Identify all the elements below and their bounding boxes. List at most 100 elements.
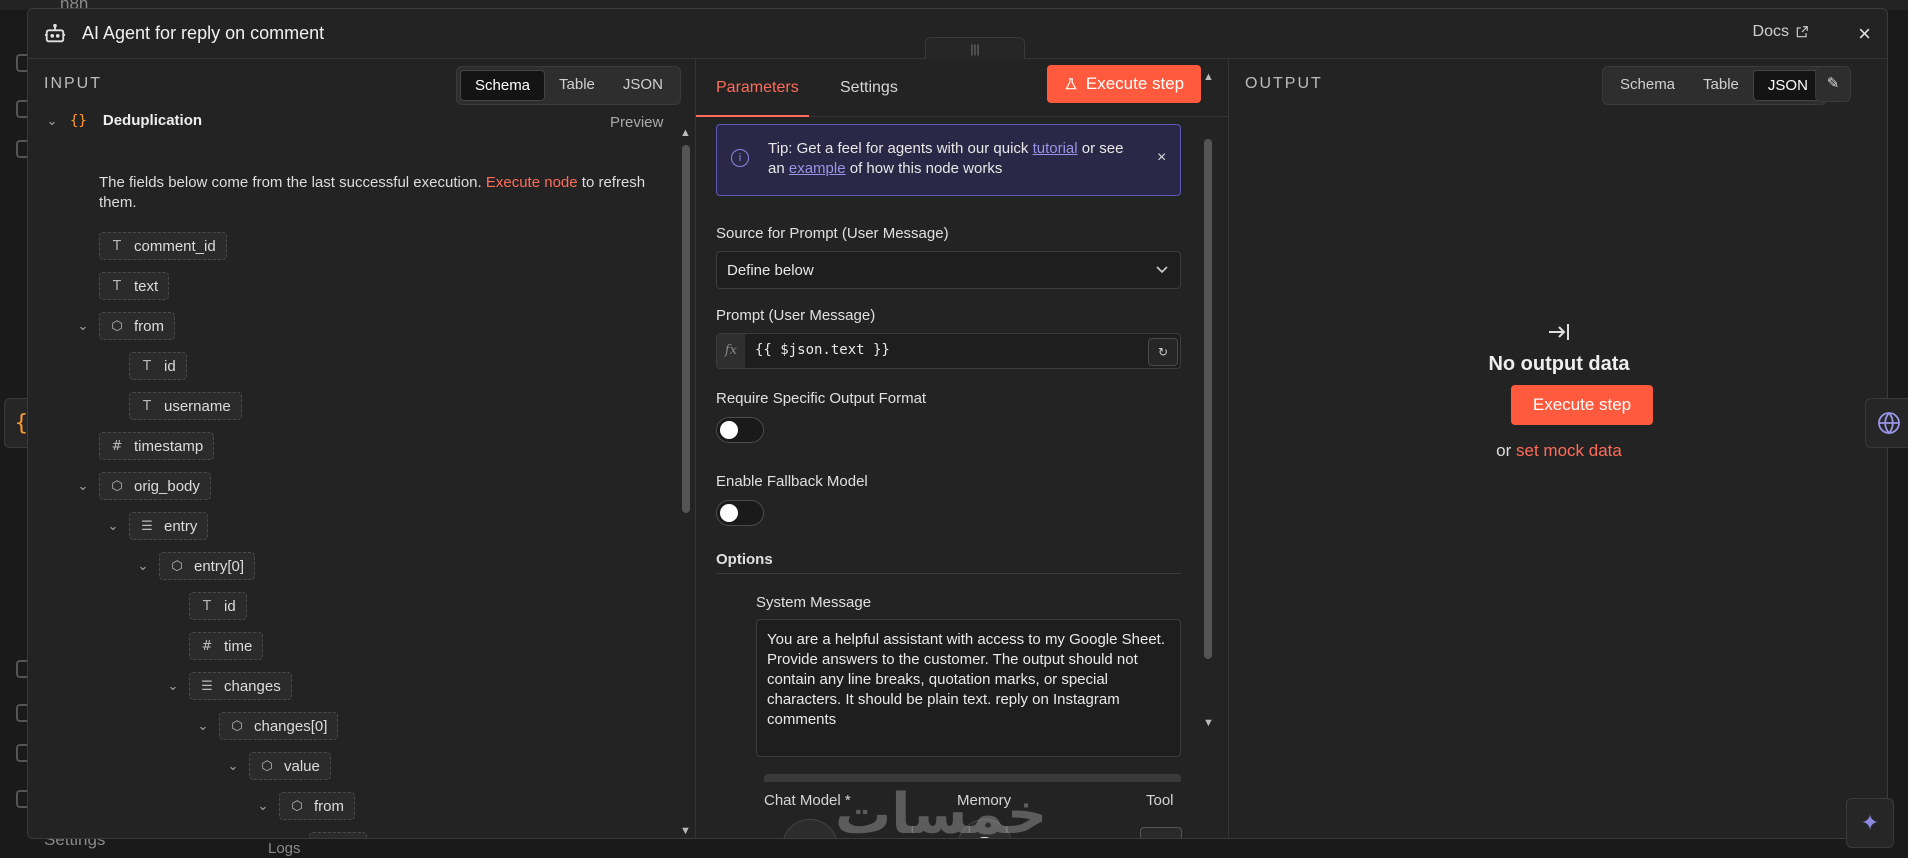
field-timestamp[interactable]: # timestamp — [99, 432, 215, 460]
system-message-textarea[interactable]: You are a helpful assistant with access … — [756, 619, 1181, 757]
expression-expand-icon[interactable]: ↻ — [1148, 338, 1178, 366]
execute-step-label: Execute step — [1085, 74, 1185, 93]
field-from[interactable]: ⌄ ⬡ from — [75, 312, 175, 340]
object-type-icon: ⬡ — [111, 478, 123, 494]
watermark-logo: خمسات — [835, 782, 1048, 847]
source-select[interactable]: Define below — [716, 251, 1181, 289]
chevron-down-icon[interactable]: ⌄ — [225, 758, 241, 774]
chevron-down-icon[interactable]: ⌄ — [75, 478, 91, 494]
tip-text-end: of how this node works — [849, 160, 1003, 177]
add-tool-button[interactable]: + — [1140, 827, 1182, 838]
field-from-id[interactable]: Tid — [129, 352, 187, 380]
field-value-from-id[interactable]: Tid — [309, 832, 367, 839]
no-output-title: No output data — [1488, 353, 1630, 375]
output-tab-schema[interactable]: Schema — [1606, 70, 1689, 101]
arrow-right-to-line-icon — [1549, 324, 1569, 340]
output-tab-json[interactable]: JSON — [1752, 70, 1823, 101]
set-mock-data-link[interactable]: set mock data — [1516, 441, 1622, 460]
system-message-label: System Message — [756, 594, 872, 611]
text-type-icon: T — [113, 238, 121, 254]
object-type-icon: ⬡ — [231, 718, 243, 734]
output-execute-step-button[interactable]: Execute step — [1511, 385, 1653, 425]
scroll-up-icon[interactable]: ▲ — [680, 127, 691, 139]
params-scroll-up-icon[interactable]: ▲ — [1203, 71, 1214, 83]
field-value[interactable]: ⌄ ⬡ value — [225, 752, 331, 780]
ai-assistant-button[interactable]: ✦ — [1846, 798, 1894, 848]
scroll-down-icon[interactable]: ▼ — [680, 825, 691, 837]
close-icon[interactable]: × — [1858, 21, 1871, 47]
docs-link[interactable]: Docs — [1753, 23, 1809, 41]
chevron-down-icon[interactable]: ⌄ — [165, 678, 181, 694]
field-name: id — [224, 597, 236, 615]
number-type-icon: # — [201, 638, 213, 654]
params-scroll-down-icon[interactable]: ▼ — [1203, 717, 1214, 729]
field-changes-0[interactable]: ⌄ ⬡ changes[0] — [195, 712, 339, 740]
chevron-down-icon[interactable]: ⌄ — [75, 318, 91, 334]
notice-text: The fields below come from the last succ… — [99, 174, 482, 191]
field-entry-0[interactable]: ⌄ ⬡ entry[0] — [135, 552, 256, 580]
edit-output-button[interactable]: ✎ — [1815, 66, 1851, 102]
number-type-icon: # — [111, 438, 123, 454]
field-time[interactable]: # time — [189, 632, 264, 660]
field-name: id — [344, 838, 356, 839]
require-output-toggle[interactable] — [716, 417, 764, 443]
globe-button[interactable] — [1865, 398, 1908, 448]
input-tab-json[interactable]: JSON — [609, 70, 677, 101]
openai-icon: ✺ — [800, 834, 817, 838]
tool-label: Tool — [1146, 792, 1174, 809]
example-link[interactable]: example — [789, 160, 846, 177]
field-username[interactable]: Tusername — [129, 392, 242, 420]
or-text: or — [1496, 441, 1512, 460]
tutorial-link[interactable]: tutorial — [1033, 140, 1078, 157]
prompt-value: {{ $json.text }} — [755, 342, 890, 358]
tab-parameters[interactable]: Parameters — [716, 79, 799, 97]
system-message-text: You are a helpful assistant with access … — [767, 631, 1166, 728]
node-header-row[interactable]: ⌄ {} Deduplication — [44, 112, 202, 129]
options-label: Options — [716, 551, 773, 568]
docs-label: Docs — [1752, 23, 1789, 40]
field-name: orig_body — [134, 477, 200, 495]
prompt-label: Prompt (User Message) — [716, 307, 876, 324]
execute-node-link[interactable]: Execute node — [486, 174, 578, 191]
input-tab-schema[interactable]: Schema — [460, 70, 546, 101]
mock-data-line: or set mock data — [1229, 441, 1887, 461]
field-value-from[interactable]: ⌄ ⬡ from — [255, 792, 355, 820]
prompt-expression-input[interactable]: fx {{ $json.text }} ↻ — [716, 333, 1181, 369]
parameters-scrollbar[interactable] — [1204, 139, 1212, 659]
openai-node[interactable]: ✺ — [782, 819, 838, 838]
execute-step-button[interactable]: Execute step — [1047, 65, 1201, 103]
fallback-toggle[interactable] — [716, 500, 764, 526]
field-comment-id[interactable]: Tcomment_id — [99, 232, 227, 260]
globe-icon — [1878, 412, 1900, 435]
tab-settings[interactable]: Settings — [840, 79, 898, 97]
object-type-icon: ⬡ — [291, 798, 303, 814]
tip-close-icon[interactable]: × — [1157, 149, 1166, 167]
chevron-down-icon[interactable]: ⌄ — [135, 558, 151, 574]
field-text[interactable]: Ttext — [99, 272, 170, 300]
chevron-down-icon[interactable]: ⌄ — [105, 518, 121, 534]
node-modal: AI Agent for reply on comment Docs × |||… — [27, 8, 1888, 839]
field-name: changes[0] — [254, 717, 328, 735]
sparkle-icon: ✦ — [1860, 810, 1880, 835]
input-scrollbar[interactable] — [682, 145, 690, 513]
field-changes[interactable]: ⌄ ☰ changes — [165, 672, 292, 700]
external-link-icon — [1796, 26, 1808, 38]
field-entry[interactable]: ⌄ ☰ entry — [105, 512, 209, 540]
source-label: Source for Prompt (User Message) — [716, 225, 949, 242]
field-name: timestamp — [134, 437, 204, 455]
output-tab-table[interactable]: Table — [1689, 70, 1753, 101]
output-execute-label: Execute step — [1532, 395, 1632, 414]
chevron-down-icon[interactable]: ⌄ — [195, 718, 211, 734]
drag-handle[interactable]: ||| — [925, 37, 1025, 59]
output-label: OUTPUT — [1245, 75, 1323, 92]
field-entry-id[interactable]: Tid — [189, 592, 247, 620]
list-type-icon: ☰ — [141, 518, 153, 534]
field-orig-body[interactable]: ⌄ ⬡ orig_body — [75, 472, 211, 500]
chevron-down-icon[interactable]: ⌄ — [255, 798, 271, 814]
chevron-down-icon[interactable]: ⌄ — [44, 113, 60, 129]
input-tab-table[interactable]: Table — [545, 70, 609, 101]
parameters-panel: Parameters Settings Execute step i Tip: … — [696, 59, 1229, 838]
active-tab-indicator — [696, 115, 809, 117]
plus-icon: + — [1155, 837, 1167, 838]
info-icon: i — [731, 149, 749, 167]
